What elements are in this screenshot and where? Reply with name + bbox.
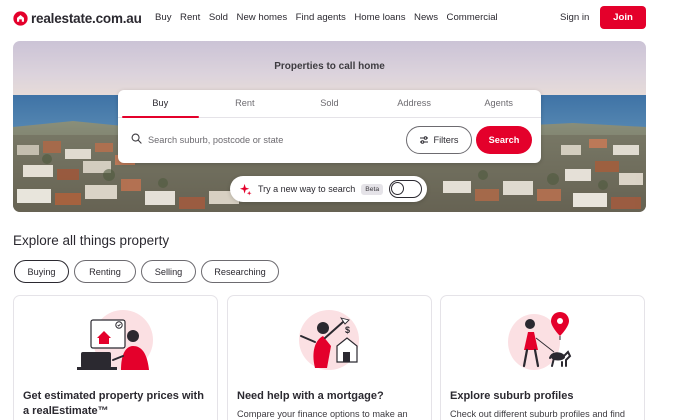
nav-find-agents[interactable]: Find agents <box>296 12 346 23</box>
svg-text:$: $ <box>345 325 350 335</box>
tab-rent[interactable]: Rent <box>203 90 288 117</box>
sparkle-icon <box>239 183 252 196</box>
suburb-illustration-icon <box>507 312 571 370</box>
nav-news[interactable]: News <box>414 12 438 23</box>
search-tabs: Buy Rent Sold Address Agents <box>118 90 541 118</box>
estimate-illustration-icon <box>76 310 153 370</box>
chip-renting[interactable]: Renting <box>74 260 136 283</box>
site-header: realestate.com.au Buy Rent Sold New home… <box>0 0 688 36</box>
search-row: Filters Search <box>118 118 541 163</box>
beta-badge: Beta <box>361 183 384 195</box>
sign-in-link[interactable]: Sign in <box>560 12 589 23</box>
nav-sold[interactable]: Sold <box>209 12 228 23</box>
nav-buy[interactable]: Buy <box>155 12 172 23</box>
main-nav: Buy Rent Sold New homes Find agents Home… <box>155 12 506 23</box>
card-mortgage[interactable]: $ Need help with a mortgage? Compare you… <box>227 295 432 420</box>
card-description: Check out different suburb profiles and … <box>450 409 626 419</box>
toggle-knob <box>391 182 404 195</box>
search-icon <box>131 133 142 144</box>
nav-commercial[interactable]: Commercial <box>447 12 498 23</box>
tab-sold[interactable]: Sold <box>287 90 372 117</box>
logo-text: realestate.com.au <box>31 10 142 26</box>
sliders-icon <box>420 136 429 144</box>
mortgage-illustration-icon: $ <box>298 310 359 370</box>
nav-rent[interactable]: Rent <box>180 12 200 23</box>
card-suburb-profiles[interactable]: Explore suburb profiles Check out differ… <box>440 295 645 420</box>
search-input[interactable] <box>148 127 398 153</box>
card-title: Explore suburb profiles <box>450 390 574 402</box>
ai-search-toggle[interactable] <box>389 180 422 198</box>
hero-title: Properties to call home <box>274 61 385 72</box>
tab-buy[interactable]: Buy <box>118 90 203 118</box>
search-card: Buy Rent Sold Address Agents Filters Sea… <box>118 90 541 163</box>
chip-researching[interactable]: Researching <box>201 260 279 283</box>
explore-chips: Buying Renting Selling Researching <box>14 260 284 283</box>
filters-label: Filters <box>433 135 459 145</box>
site-logo[interactable]: realestate.com.au <box>13 9 142 27</box>
tab-agents[interactable]: Agents <box>456 90 541 117</box>
logo-house-icon <box>13 10 28 26</box>
explore-cards: Get estimated property prices with a rea… <box>13 295 646 420</box>
filters-button[interactable]: Filters <box>406 126 472 154</box>
card-description: Compare your finance options to make an <box>237 409 408 419</box>
join-button[interactable]: Join <box>600 6 646 29</box>
chip-selling[interactable]: Selling <box>141 260 196 283</box>
ai-search-text: Try a new way to search <box>258 184 356 194</box>
ai-search-pill: Try a new way to search Beta <box>230 176 427 202</box>
chip-buying[interactable]: Buying <box>14 260 69 283</box>
search-button[interactable]: Search <box>476 126 532 154</box>
nav-home-loans[interactable]: Home loans <box>354 12 405 23</box>
card-title: Need help with a mortgage? <box>237 390 384 402</box>
explore-title: Explore all things property <box>13 233 170 248</box>
nav-new-homes[interactable]: New homes <box>237 12 288 23</box>
card-realestimate[interactable]: Get estimated property prices with a rea… <box>13 295 218 420</box>
card-title: Get estimated property prices with a rea… <box>23 390 204 417</box>
tab-address[interactable]: Address <box>372 90 457 117</box>
